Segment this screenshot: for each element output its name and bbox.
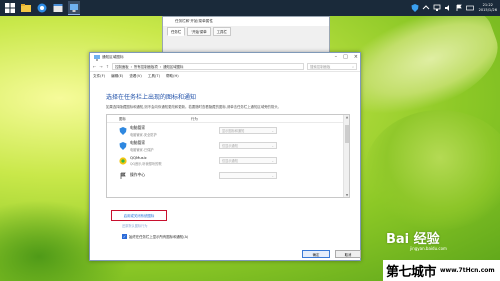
cancel-button[interactable]: 取消 xyxy=(335,250,361,258)
window-title: 通知区域图标 xyxy=(102,55,124,59)
item-subtitle: 电脑管家-已保护 xyxy=(130,147,154,152)
taskbar-properties-window[interactable]: 任务栏和'开始'菜单属性 任务栏 '开始'菜单 工具栏 xyxy=(162,16,330,56)
tab-taskbar[interactable]: 任务栏 xyxy=(167,27,186,36)
scroll-up-icon[interactable]: ▲ xyxy=(344,115,350,119)
breadcrumb-item[interactable]: 控制面板 xyxy=(115,64,129,69)
system-tray: 21:22 2015/1/26 xyxy=(411,1,497,15)
item-subtitle: 电脑管家-安全防护 xyxy=(130,132,157,137)
scrollbar[interactable]: ▲ ▼ xyxy=(343,115,350,198)
chevron-right-icon: › xyxy=(159,64,162,69)
menu-file[interactable]: 文件(F) xyxy=(93,74,105,79)
column-headers: 图标 行为 xyxy=(107,115,349,124)
always-show-all-icons-option[interactable]: ✓ 始终在任务栏上显示所有图标和通知(A) xyxy=(122,234,188,239)
edge-browser-icon[interactable] xyxy=(36,2,48,14)
content-pane: 选择在任务栏上出现的图标和通知 如果选择隐藏图标和通知,则不会向你通知更改和更新… xyxy=(90,80,360,199)
flag-icon xyxy=(119,172,127,180)
watermark-text: Bai 经验 xyxy=(386,232,440,247)
control-panel-icon xyxy=(94,54,100,61)
forward-arrow-icon[interactable]: → xyxy=(99,64,102,69)
windows-start-icon[interactable] xyxy=(4,2,16,14)
network-icon[interactable] xyxy=(433,4,441,12)
dropdown-value: 仅显示通知 xyxy=(222,159,238,164)
list-item: 操作中心 ⌄ xyxy=(107,168,349,183)
item-name: 电脑管家 xyxy=(130,124,146,130)
close-icon[interactable]: × xyxy=(354,54,358,61)
column-header-behavior: 行为 xyxy=(191,117,198,122)
title-bar: 通知区域图标 – □ × xyxy=(90,53,360,62)
list-item: QQMusic QQ音乐,听我想听的歌 仅显示通知 ⌄ xyxy=(107,153,349,168)
control-panel-icon[interactable] xyxy=(68,1,80,15)
watermark-url: jingyan.baidu.com xyxy=(410,246,447,251)
music-icon xyxy=(119,157,127,165)
back-arrow-icon[interactable]: ← xyxy=(93,64,96,69)
restore-default-link[interactable]: 还原默认图标行为 xyxy=(122,223,148,228)
tab-start-menu[interactable]: '开始'菜单 xyxy=(187,27,211,36)
list-item: 电脑管家 电脑管家-安全防护 显示图标和通知 ⌄ xyxy=(107,123,349,138)
turn-system-icons-link[interactable]: 启用或关闭系统图标 xyxy=(111,210,167,221)
chevron-down-icon: ⌄ xyxy=(271,128,274,133)
baidu-watermark: Bai 经验 xyxy=(386,228,440,247)
address-bar-row: ← → ↑ 控制面板 › 所有控制面板项 › 通知区域图标 搜索控制面板 ⌕ xyxy=(90,62,360,72)
maximize-icon[interactable]: □ xyxy=(343,54,348,61)
behavior-dropdown[interactable]: 显示图标和通知 ⌄ xyxy=(219,127,277,135)
behavior-dropdown[interactable]: 仅显示通知 ⌄ xyxy=(219,142,277,150)
item-name: QQMusic xyxy=(130,155,147,161)
menu-tools[interactable]: 工具(T) xyxy=(148,74,160,79)
shield-icon xyxy=(119,126,127,135)
tab-toolbars[interactable]: 工具栏 xyxy=(212,27,231,36)
dropdown-value: 仅显示通知 xyxy=(222,144,238,149)
flag-icon[interactable] xyxy=(455,4,463,12)
chevron-up-icon[interactable] xyxy=(422,4,430,12)
shield-icon xyxy=(119,141,127,150)
up-arrow-icon[interactable]: ↑ xyxy=(106,64,109,69)
behavior-dropdown[interactable]: ⌄ xyxy=(219,172,277,180)
dropdown-value: 显示图标和通知 xyxy=(222,129,245,134)
clock[interactable]: 21:22 2015/1/26 xyxy=(479,3,497,12)
ok-button[interactable]: 确定 xyxy=(302,250,330,258)
site-name: 第七城市 xyxy=(386,265,437,280)
search-input[interactable]: 搜索控制面板 ⌕ xyxy=(307,63,357,70)
item-name: 操作中心 xyxy=(130,172,146,178)
column-header-icon: 图标 xyxy=(119,117,126,122)
menu-edit[interactable]: 编辑(E) xyxy=(111,74,123,79)
search-icon: ⌕ xyxy=(352,64,354,69)
site-watermark: 第七城市 www.7tHcn.com xyxy=(383,260,500,281)
item-name: 电脑管家 xyxy=(130,139,146,145)
window-title: 任务栏和'开始'菜单属性 xyxy=(163,17,329,26)
minimize-icon[interactable]: – xyxy=(335,54,338,61)
item-subtitle: QQ音乐,听我想听的歌 xyxy=(130,162,162,167)
menu-view[interactable]: 查看(V) xyxy=(129,74,141,79)
tab-bar: 任务栏 '开始'菜单 工具栏 xyxy=(163,26,329,37)
chevron-down-icon: ⌄ xyxy=(271,158,274,163)
list-item: 电脑管家 电脑管家-已保护 仅显示通知 ⌄ xyxy=(107,138,349,153)
notification-area-icons-window: 通知区域图标 – □ × ← → ↑ 控制面板 › 所有控制面板项 › 通知区域… xyxy=(89,52,361,261)
wallpaper-leaf xyxy=(365,110,500,230)
breadcrumb-item[interactable]: 通知区域图标 xyxy=(163,64,183,69)
checkbox[interactable]: ✓ xyxy=(122,234,127,239)
checkbox-label: 始终在任务栏上显示所有图标和通知(A) xyxy=(129,235,189,239)
explorer-icon[interactable] xyxy=(52,2,64,14)
scroll-down-icon[interactable]: ▼ xyxy=(344,193,350,197)
volume-icon[interactable] xyxy=(444,4,452,12)
menu-help[interactable]: 帮助(H) xyxy=(166,74,179,79)
page-title: 选择在任务栏上出现的图标和通知 xyxy=(106,94,197,101)
taskbar: 21:22 2015/1/26 xyxy=(0,0,500,16)
keyboard-icon[interactable] xyxy=(465,4,474,12)
shield-icon[interactable] xyxy=(411,4,419,12)
chevron-down-icon: ⌄ xyxy=(271,143,274,148)
search-placeholder: 搜索控制面板 xyxy=(310,65,331,69)
chevron-down-icon: ⌄ xyxy=(271,173,274,178)
clock-date: 2015/1/26 xyxy=(478,8,497,12)
site-url: www.7tHcn.com xyxy=(440,267,495,274)
behavior-dropdown[interactable]: 仅显示通知 ⌄ xyxy=(219,157,277,165)
address-bar[interactable]: 控制面板 › 所有控制面板项 › 通知区域图标 xyxy=(112,63,304,70)
breadcrumb-item[interactable]: 所有控制面板项 xyxy=(134,64,158,69)
scrollbar-thumb[interactable] xyxy=(345,125,349,144)
folder-icon[interactable] xyxy=(20,2,32,14)
menu-bar: 文件(F) 编辑(E) 查看(V) 工具(T) 帮助(H) xyxy=(90,72,360,80)
page-description: 如果选择隐藏图标和通知,则不会向你通知更改和更新。若要随时查看隐藏的图标,请单击… xyxy=(106,105,282,109)
chevron-right-icon: › xyxy=(130,64,132,69)
icon-list-panel: 图标 行为 电脑管家 电脑管家-安全防护 显示图标和通知 ⌄ 电脑管家 电脑管家… xyxy=(106,114,350,199)
